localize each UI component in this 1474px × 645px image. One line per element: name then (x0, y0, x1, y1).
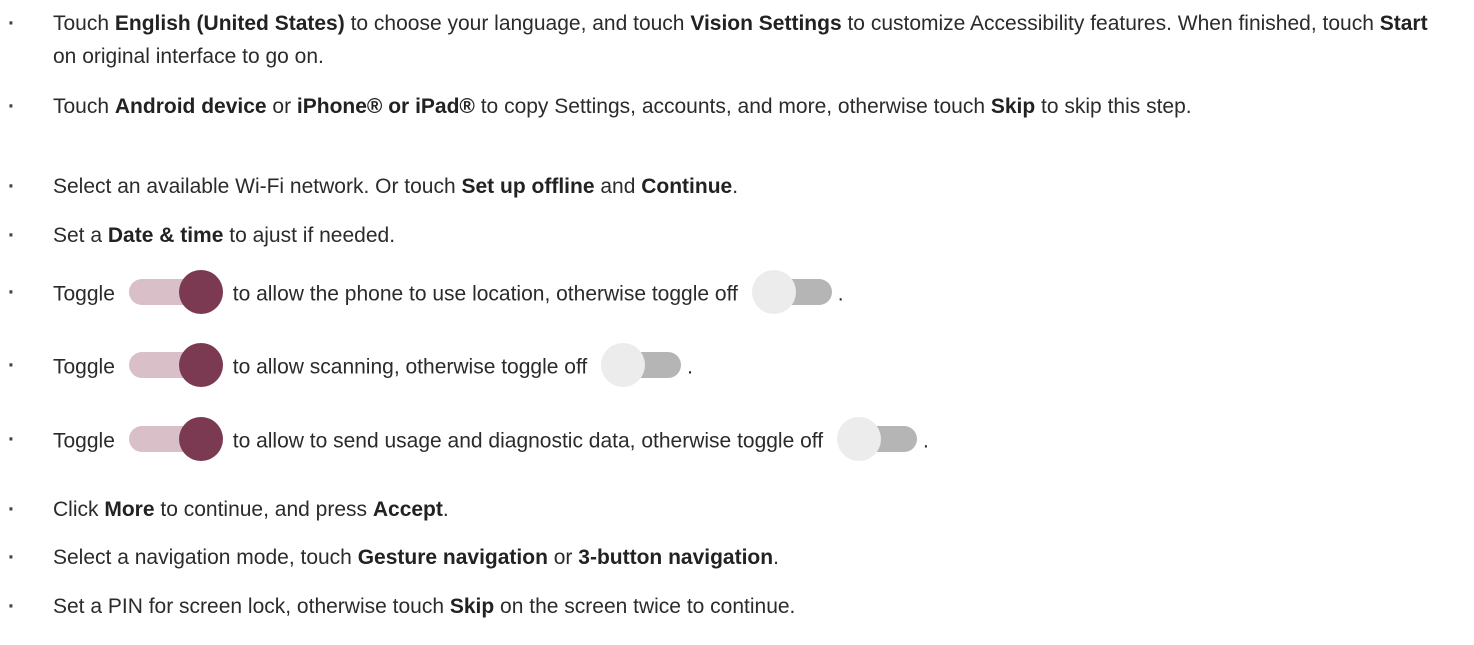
step-text: Touch Android device or iPhone® or iPad®… (53, 90, 1456, 123)
toggle-on-icon (128, 270, 223, 314)
bold-term: Accept (372, 498, 443, 521)
text: Touch (53, 95, 115, 118)
bold-term: Gesture navigation (357, 546, 548, 569)
bullet: · (8, 281, 15, 304)
step-text: Toggle to allow to send usage and diagno… (53, 417, 1456, 461)
bullet: · (8, 498, 15, 521)
bold-term: Vision Settings (690, 12, 842, 35)
text: Select an available Wi-Fi network. Or to… (53, 175, 462, 198)
text: Click (53, 498, 105, 521)
step-text: Set a PIN for screen lock, otherwise tou… (53, 590, 1456, 623)
text: . (773, 546, 779, 569)
text: Touch (53, 12, 115, 35)
bold-term: More (104, 498, 155, 521)
text: Select a navigation mode, touch (53, 546, 358, 569)
text: to allow to send usage and diagnostic da… (232, 429, 824, 453)
bold-term: iPhone® or iPad® (296, 95, 475, 118)
text: Set a PIN for screen lock, otherwise tou… (53, 595, 450, 618)
text: to skip this step. (1035, 95, 1192, 118)
step-text: Click More to continue, and press Accept… (53, 493, 1456, 526)
bullet: · (8, 428, 15, 451)
toggle-on-icon (128, 417, 223, 461)
bold-term: Skip (449, 595, 495, 618)
text: to allow scanning, otherwise toggle off (232, 355, 588, 379)
bold-term: Date & time (107, 224, 224, 247)
bullet: · (8, 354, 15, 377)
text: . (442, 498, 449, 521)
bullet: · (8, 12, 15, 35)
text: to ajust if needed. (223, 224, 396, 247)
bold-term: Continue (641, 175, 733, 198)
text: to choose your language, and touch (344, 12, 691, 35)
text: Set a (53, 224, 108, 247)
step-text: Touch English (United States) to choose … (53, 7, 1456, 73)
text: . (732, 175, 739, 198)
toggle-off-icon (836, 417, 919, 461)
text: on original interface to go on. (53, 45, 324, 68)
text: Toggle (53, 282, 115, 306)
bullet: · (8, 175, 15, 198)
bold-term: Android device (114, 95, 267, 118)
bullet: · (8, 546, 15, 569)
bold-term: Start (1379, 12, 1428, 35)
step-text: Toggle to allow the phone to use locatio… (53, 270, 1456, 314)
text: to continue, and press (154, 498, 373, 521)
bold-term: Set up offline (461, 175, 595, 198)
text: on the screen twice to continue. (494, 595, 796, 618)
toggle-off-icon (751, 270, 834, 314)
text: or (266, 95, 297, 118)
step-text: Select an available Wi-Fi network. Or to… (53, 170, 1456, 203)
text: . (837, 282, 844, 306)
bullet: · (8, 95, 15, 118)
text: to customize Accessibility features. Whe… (841, 12, 1380, 35)
text: Toggle (53, 355, 115, 379)
bullet: · (8, 595, 15, 618)
text: or (547, 546, 579, 569)
text: . (922, 429, 929, 453)
step-text: Toggle to allow scanning, otherwise togg… (53, 343, 1456, 387)
text: and (594, 175, 642, 198)
step-text: Select a navigation mode, touch Gesture … (53, 541, 1456, 574)
bold-term: Skip (990, 95, 1036, 118)
toggle-on-icon (128, 343, 223, 387)
text: to allow the phone to use location, othe… (232, 282, 738, 306)
text: . (687, 355, 693, 379)
step-text: Set a Date & time to ajust if needed. (53, 219, 1456, 252)
setup-steps-list: · Touch English (United States) to choos… (0, 0, 1474, 645)
bullet: · (8, 224, 15, 247)
text: to copy Settings, accounts, and more, ot… (474, 95, 991, 118)
bold-term: 3-button navigation (578, 546, 774, 569)
bold-term: English (United States) (114, 12, 345, 35)
text: Toggle (53, 429, 115, 453)
toggle-off-icon (601, 343, 683, 387)
